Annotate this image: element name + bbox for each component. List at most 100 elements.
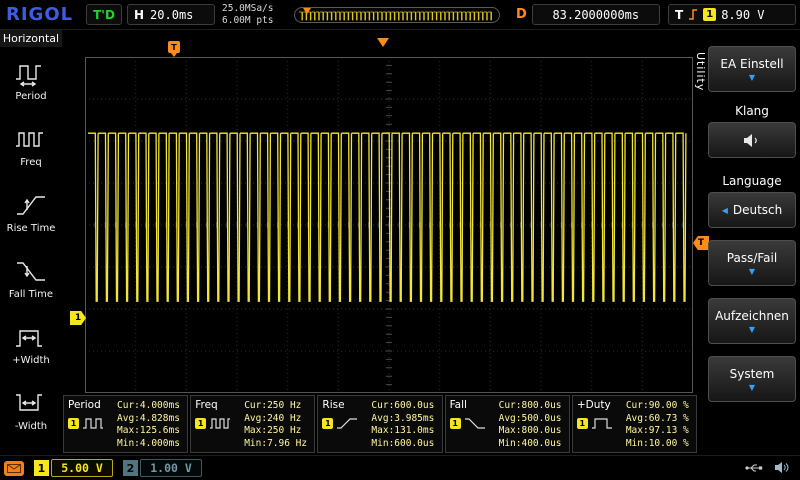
delay-label: D <box>516 7 527 22</box>
minus-width-icon <box>14 389 48 417</box>
graticule <box>85 57 693 393</box>
menu-item-label: Freq <box>20 157 41 168</box>
utility-menu: EA Einstell ▼ Klang Language ◀ Deutsch P… <box>708 46 796 414</box>
channel-badge: 1 <box>68 418 79 429</box>
freq-icon <box>14 125 48 153</box>
menu-item-system[interactable]: System ▼ <box>708 356 796 402</box>
status-bar: 1 5.00 V 2 1.00 V <box>0 455 800 480</box>
channel2-scale: 1.00 V <box>140 459 202 477</box>
measurement-bar: Period 1 Cur:4.000ms Avg:4.828ms Max:125… <box>63 395 697 453</box>
measurement-label: Period <box>68 399 114 411</box>
channel1-status[interactable]: 1 5.00 V <box>34 459 113 477</box>
rigol-logo: RIGOL <box>6 4 73 25</box>
notification-icon <box>4 461 24 476</box>
utility-tab: Utility <box>694 52 707 91</box>
measurement-max: Max:131.0ms <box>371 425 437 438</box>
measurement-max: Max:250 Hz <box>244 425 310 438</box>
menu-item-rise-time[interactable]: Rise Time <box>0 179 62 245</box>
menu-item-label: Fall Time <box>9 289 53 300</box>
measurement-avg: Avg:60.73 % <box>626 413 692 426</box>
measurement-min: Min:10.00 % <box>626 438 692 451</box>
channel-badge: 1 <box>195 418 206 429</box>
horizontal-timebase-control[interactable]: H 20.0ms <box>127 4 215 25</box>
measurement-max: Max:800.0us <box>499 425 565 438</box>
trigger-label: T <box>675 8 683 22</box>
measurement-panel-fall: Fall 1 Cur:800.0us Avg:500.0us Max:800.0… <box>445 395 570 453</box>
left-menu-title: Horizontal <box>0 30 62 47</box>
menu-item-pass-fail[interactable]: Pass/Fail ▼ <box>708 240 796 286</box>
menu-item-aufzeichnen[interactable]: Aufzeichnen ▼ <box>708 298 796 344</box>
plus-width-icon <box>14 323 48 351</box>
speaker-icon <box>774 459 790 478</box>
rise-time-icon <box>14 191 48 219</box>
delay-readout: D 83.2000000ms <box>516 4 660 25</box>
chevron-down-icon: ▼ <box>749 384 755 392</box>
measurement-min: Min:4.000ms <box>117 438 183 451</box>
waveform-preview-bar <box>294 7 500 23</box>
sample-rate: 25.0MSa/s <box>222 3 273 15</box>
chevron-down-icon: ▼ <box>749 326 755 334</box>
trigger-slope-icon <box>688 8 698 21</box>
measurement-avg: Avg:4.828ms <box>117 413 183 426</box>
chevron-left-icon: ◀ <box>722 206 728 215</box>
menu-item-minus-width[interactable]: -Width <box>0 377 62 443</box>
measurement-cur: Cur:800.0us <box>499 400 565 413</box>
menu-item-klang[interactable]: Klang <box>708 104 796 158</box>
menu-item-label: +Width <box>12 355 49 366</box>
mute-speaker-icon <box>743 133 761 148</box>
channel-badge: 1 <box>322 418 333 429</box>
measurement-label: Rise <box>322 399 368 411</box>
menu-item-language[interactable]: Language ◀ Deutsch <box>708 174 796 228</box>
preview-waveform <box>295 9 499 23</box>
channel-badge: 1 <box>577 418 588 429</box>
channel1-offset-marker[interactable]: 1 <box>70 311 86 325</box>
freq-waveform-icon <box>209 416 231 430</box>
period-icon <box>14 59 48 87</box>
waveform-display <box>85 57 693 393</box>
menu-item-freq[interactable]: Freq <box>0 113 62 179</box>
menu-item-label: Rise Time <box>7 223 56 234</box>
measurement-max: Max:125.6ms <box>117 425 183 438</box>
measurement-panel-duty: +Duty 1 Cur:90.00 % Avg:60.73 % Max:97.1… <box>572 395 697 453</box>
channel2-badge: 2 <box>123 460 138 476</box>
oscilloscope-screen: RIGOL T'D H 20.0ms 25.0MSa/s 6.00M pts D… <box>0 0 800 480</box>
horizontal-menu: Horizontal Period Freq Rise Time <box>0 30 62 455</box>
duty-waveform-icon <box>591 416 613 430</box>
language-value: Deutsch <box>733 203 782 217</box>
measurement-avg: Avg:500.0us <box>499 413 565 426</box>
menu-item-label: EA Einstell <box>720 57 783 71</box>
measurement-avg: Avg:3.985ms <box>371 413 437 426</box>
measurement-panel-period: Period 1 Cur:4.000ms Avg:4.828ms Max:125… <box>63 395 188 453</box>
trigger-level-marker[interactable]: T <box>693 236 709 250</box>
chevron-down-icon: ▼ <box>749 268 755 276</box>
menu-item-period[interactable]: Period <box>0 47 62 113</box>
measurement-panel-rise: Rise 1 Cur:600.0us Avg:3.985ms Max:131.0… <box>317 395 442 453</box>
channel-badge: 1 <box>450 418 461 429</box>
trigger-source-badge: 1 <box>703 8 716 21</box>
top-bar: RIGOL T'D H 20.0ms 25.0MSa/s 6.00M pts D… <box>0 0 800 30</box>
measurement-label: Fall <box>450 399 496 411</box>
usb-icon <box>744 459 764 478</box>
menu-item-label: -Width <box>15 421 47 432</box>
measurement-label: Freq <box>195 399 241 411</box>
waveform-trace <box>88 133 686 301</box>
period-waveform-icon <box>82 416 104 430</box>
measurement-cur: Cur:4.000ms <box>117 400 183 413</box>
trigger-position-flag-icon: T <box>168 41 180 53</box>
menu-item-ea-einstell[interactable]: EA Einstell ▼ <box>708 46 796 92</box>
chevron-down-icon: ▼ <box>749 74 755 82</box>
channel1-badge: 1 <box>34 460 49 476</box>
measurement-panel-freq: Freq 1 Cur:250 Hz Avg:240 Hz Max:250 Hz … <box>190 395 315 453</box>
menu-item-label: Pass/Fail <box>727 251 777 265</box>
delay-value: 83.2000000ms <box>532 4 660 25</box>
preview-position-marker-icon <box>303 8 311 14</box>
trigger-info[interactable]: T 1 8.90 V <box>668 4 796 25</box>
measurement-min: Min:400.0us <box>499 438 565 451</box>
menu-item-label: Language <box>708 174 796 190</box>
measurement-max: Max:97.13 % <box>626 425 692 438</box>
channel2-status[interactable]: 2 1.00 V <box>123 459 202 477</box>
menu-item-plus-width[interactable]: +Width <box>0 311 62 377</box>
measurement-cur: Cur:250 Hz <box>244 400 310 413</box>
menu-item-fall-time[interactable]: Fall Time <box>0 245 62 311</box>
timebase-value: 20.0ms <box>150 8 193 22</box>
